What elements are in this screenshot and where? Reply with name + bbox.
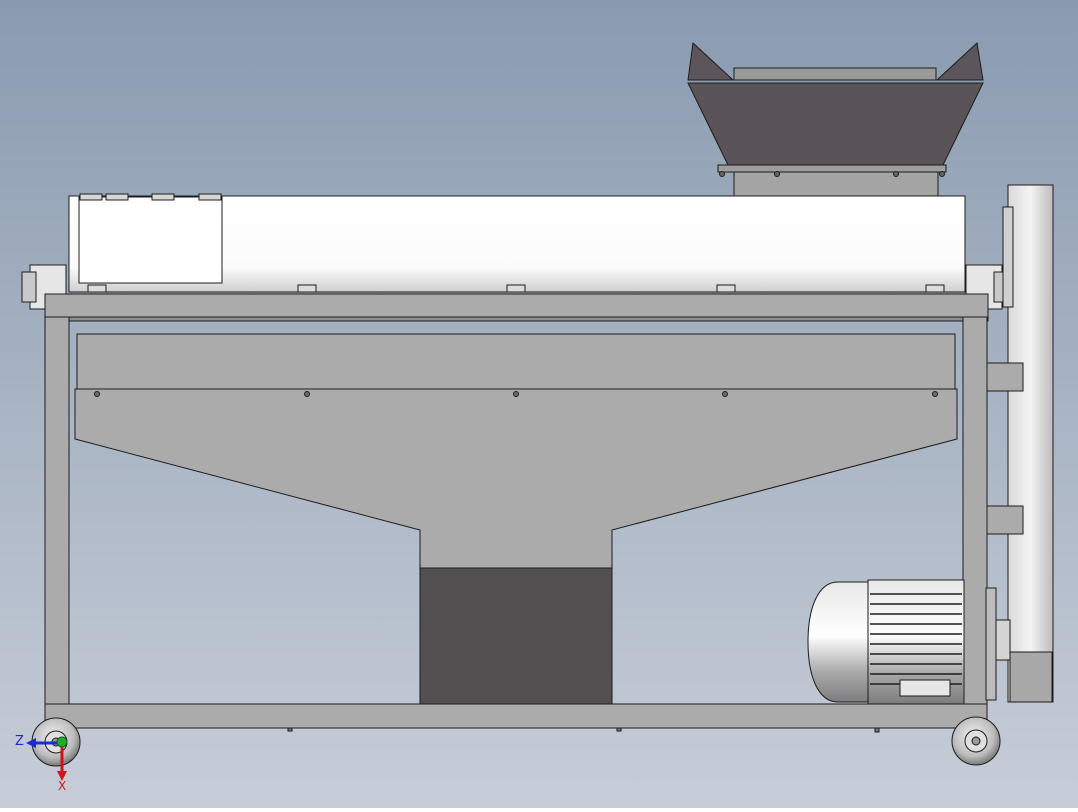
frame-bottom-rail xyxy=(44,703,988,729)
wheel-axle xyxy=(971,736,981,746)
hopper-rim xyxy=(733,67,937,81)
guard-lower-band xyxy=(1009,651,1053,703)
guard-upper-cap xyxy=(1002,206,1014,308)
motor-pulley xyxy=(995,619,1011,661)
screen-drum[interactable] xyxy=(21,193,1005,310)
trough-top-panel xyxy=(76,333,956,390)
hopper-flange xyxy=(717,164,947,173)
hopper-bolt xyxy=(774,171,780,177)
cad-viewport[interactable]: Z X xyxy=(0,0,1078,808)
frame-top-rail-shadow xyxy=(44,316,989,322)
frame-left-post xyxy=(44,316,70,728)
motor-end-bell xyxy=(807,581,869,703)
triad-origin xyxy=(56,736,68,748)
guard-housing xyxy=(1007,184,1054,703)
hopper-bolt xyxy=(719,171,725,177)
hopper-body xyxy=(687,82,984,166)
frame-top-rail xyxy=(44,293,989,318)
cad-canvas[interactable]: Z X xyxy=(0,0,1078,808)
hopper-bolt xyxy=(939,171,945,177)
frame-right-post xyxy=(962,316,988,728)
guard-bracket-upper xyxy=(986,362,1024,392)
hopper-bolt xyxy=(893,171,899,177)
guard-bracket-lower xyxy=(986,505,1024,535)
drum-left-bearing xyxy=(21,271,37,303)
drum-inspection-cover[interactable] xyxy=(78,196,223,284)
x-axis-label: X xyxy=(58,779,66,793)
discharge-outlet[interactable] xyxy=(419,567,613,705)
z-axis-label: Z xyxy=(15,734,24,749)
right-caster-wheel[interactable] xyxy=(951,716,1001,766)
motor-mount-plate xyxy=(985,587,997,701)
motor-terminal-box xyxy=(899,679,951,697)
